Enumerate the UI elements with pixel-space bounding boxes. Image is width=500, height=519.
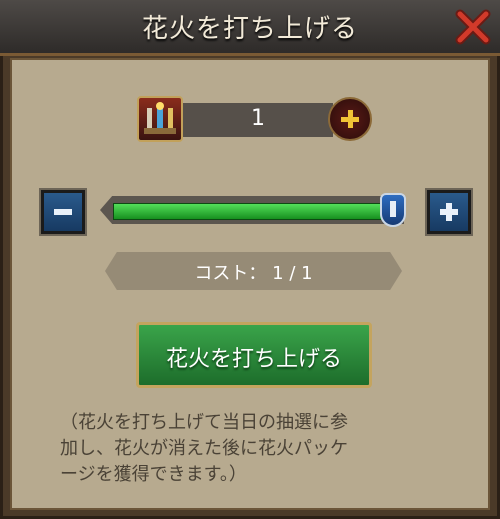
close-icon[interactable]	[454, 8, 492, 46]
launch-fireworks-button[interactable]: 花火を打ち上げる	[136, 322, 372, 388]
fireworks-icon	[137, 96, 183, 142]
title-bar: 花火を打ち上げる	[0, 0, 500, 56]
minus-icon	[54, 209, 72, 215]
note-line-2: 加し、花火が消えた後に花火パッケ	[60, 438, 348, 459]
note-line-1: （花火を打ち上げて当日の抽選に参	[60, 412, 348, 433]
quantity-value: 1	[251, 106, 265, 131]
slider-fill	[113, 203, 395, 220]
note-line-3: ージを獲得できます。）	[60, 464, 247, 485]
add-quantity-button[interactable]	[328, 97, 372, 141]
slider-thumb[interactable]	[380, 193, 406, 227]
cost-label: コスト： 1 / 1	[194, 263, 313, 284]
description-note: （花火を打ち上げて当日の抽選に参 加し、花火が消えた後に花火パッケ ージを獲得で…	[60, 410, 460, 488]
increase-button[interactable]	[425, 188, 473, 236]
dialog-title: 花火を打ち上げる	[141, 14, 358, 44]
decrease-button[interactable]	[39, 188, 87, 236]
launch-button-label: 花火を打ち上げる	[165, 347, 342, 372]
